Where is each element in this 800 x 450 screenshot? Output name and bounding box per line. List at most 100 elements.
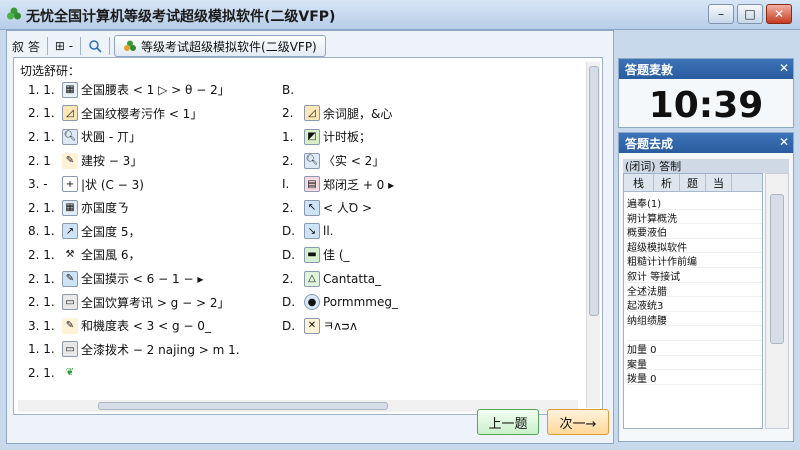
option-number: B. — [282, 82, 295, 97]
minimize-icon: – — [718, 7, 724, 21]
close-icon[interactable]: ✕ — [779, 135, 789, 149]
option-number: I. — [282, 177, 290, 192]
minimize-button[interactable]: – — [708, 4, 734, 24]
status-table: 栈 析 题 当 遍奉(1) 朔计算概洗 概要液伯 超级模拟软件 粗糙计计作前编 … — [623, 173, 763, 429]
leaf-icon: ❦ — [62, 364, 78, 381]
question-row[interactable]: 8. 1. ↗ 全国度 5， D. ↘ ll. — [28, 220, 588, 244]
close-button[interactable]: ✕ — [766, 4, 792, 24]
status-row[interactable]: 拨量 0 — [627, 370, 762, 385]
question-row[interactable]: 1. 1. ▭ 全漆拨术 − 2 najing > m 1. — [28, 338, 588, 362]
tools-icon: ⚒ — [62, 246, 78, 263]
previous-question-button[interactable]: 上一题 — [477, 409, 539, 435]
arrow-icon: ↖ — [304, 199, 320, 216]
status-row[interactable]: 叙计 等接试 — [627, 268, 762, 283]
option-number: 1. 1. — [28, 342, 55, 357]
option-number: 1. 1. — [28, 82, 55, 97]
close-icon[interactable]: ✕ — [779, 61, 789, 75]
edit-icon: ✎ — [62, 317, 78, 334]
arrow-icon: ↗ — [62, 223, 78, 240]
toolbar-grid-button[interactable]: ⊞ - — [52, 35, 76, 57]
option-number: 8. 1. — [28, 224, 55, 239]
option-text: ll. — [323, 224, 334, 239]
tab-label: 等级考试超级模拟软件(二级VFP) — [141, 39, 317, 54]
status-row[interactable]: 朔计算概洗 — [627, 210, 762, 225]
timer-panel: 答题麦敦 ✕ 10:39 — [618, 58, 794, 128]
option-number: 2. 1. — [28, 247, 55, 262]
option-text: ㅋᴧᴝᴧ — [323, 319, 358, 334]
option-number: 2. 1. — [28, 295, 55, 310]
scroll-thumb[interactable] — [770, 194, 784, 344]
option-number: 2. 1. — [28, 106, 55, 121]
search-icon: 🔍︎ — [304, 152, 320, 169]
option-text: 〈实 < 2」 — [323, 154, 385, 169]
question-vertical-scrollbar[interactable] — [586, 62, 600, 408]
question-row[interactable]: 2. 1. ◿ 全国纹樱考污作 < 1」 2. ◿ 余词腿，&心 — [28, 102, 588, 126]
status-header-label: 答题去成 — [625, 136, 674, 151]
question-row[interactable]: 2. 1. ▦ 亦国度ㄋ 2. ↖ < 人Ꝺ > — [28, 196, 588, 220]
question-row[interactable]: 2. 1. ✎ 全国摸示 < 6 − 1 − ▸ 2. △ Cantatta_ — [28, 267, 588, 291]
app-icon — [7, 7, 21, 20]
option-text: 余词腿，&心 — [323, 106, 393, 121]
question-row[interactable]: 2. 1. 🔍︎ 状圓 - 丌」 1. ◩ 计时板； — [28, 125, 588, 149]
status-vertical-scrollbar[interactable] — [765, 173, 789, 429]
column-header[interactable]: 当 — [706, 174, 732, 191]
question-row[interactable]: 1. 1. ▦ 全国腰表 < 1 ▷ > θ − 2」 B. — [28, 78, 588, 102]
question-panel: 切选舒研： 1. 1. ▦ 全国腰表 < 1 ▷ > θ − 2」 B. 2. 1.… — [13, 57, 603, 415]
chart-icon: ◿ — [62, 105, 78, 122]
status-row[interactable]: 超级模拟软件 — [627, 239, 762, 254]
scroll-thumb[interactable] — [98, 402, 388, 410]
chart-icon: ▤ — [304, 176, 320, 193]
status-row[interactable]: 概要液伯 — [627, 224, 762, 239]
option-text: 建按 − 3」 — [81, 154, 143, 169]
question-row[interactable]: 3. 1. ✎ 和機度表 < 3 < g − 0_ D. ✕ ㅋᴧᴝᴧ — [28, 314, 588, 338]
option-text: 全国饮算考讯 > g − > 2」 — [81, 295, 230, 310]
option-number: 2. — [282, 271, 294, 286]
column-header[interactable]: 题 — [680, 174, 706, 191]
toolbar-separator — [46, 37, 48, 55]
toolbar: 叙 答 ⊞ - 等级考试超级模拟软件(二级VFP) — [9, 33, 609, 59]
status-row[interactable]: 全述法腊 — [627, 283, 762, 298]
question-row[interactable]: 2. 1. ▭ 全国饮算考讯 > g − > 2」 D. ● Pormmmeg_ — [28, 290, 588, 314]
option-text: 佳 (_ — [323, 248, 350, 263]
toolbar-answer-button[interactable]: 叙 答 — [9, 35, 43, 57]
column-header[interactable]: 栈 — [624, 174, 654, 191]
window-title: 无忧全国计算机等级考试超级模拟软件(二级VFP) — [26, 9, 336, 25]
question-row[interactable]: 2. 1. ⚒ 全国風 6， D. ▬ 佳 (_ — [28, 243, 588, 267]
main-panel: 叙 答 ⊞ - 等级考试超级模拟软件(二级VFP) 切选舒研： 1. 1. ▦ 全国… — [6, 30, 614, 444]
status-row[interactable]: 纳组绩腰 — [627, 312, 762, 327]
status-row[interactable]: 遍奉(1) — [627, 195, 762, 210]
question-row[interactable]: 2. 1. ❦ — [28, 361, 588, 385]
next-question-button[interactable]: 次一→ — [547, 409, 609, 435]
status-row[interactable]: 粗糙计计作前编 — [627, 253, 762, 268]
search-icon: 🔍︎ — [62, 128, 78, 145]
option-text: 全国腰表 < 1 ▷ > θ − 2」 — [81, 83, 230, 98]
status-row[interactable]: 案量 — [627, 356, 762, 371]
option-text: 全国纹樱考污作 < 1」 — [81, 106, 203, 121]
option-text: 全国度 5， — [81, 224, 141, 239]
timer-header: 答题麦敦 ✕ — [619, 59, 793, 79]
maximize-button[interactable]: □ — [737, 4, 763, 24]
chart-icon: ◿ — [304, 105, 320, 122]
question-row[interactable]: 3. - + |状 (C − 3) I. ▤ 郑闭乏 + 0 ▸ — [28, 172, 588, 196]
status-row[interactable]: 起液统3 — [627, 297, 762, 312]
option-number: 2. 1 — [28, 153, 51, 168]
option-number: 2. 1. — [28, 365, 55, 380]
status-row[interactable]: 加量 0 — [627, 341, 762, 356]
option-number: D. — [282, 295, 296, 310]
column-header[interactable]: 析 — [654, 174, 680, 191]
window-icon: ▭ — [62, 294, 78, 311]
option-text: 郑闭乏 + 0 ▸ — [323, 177, 395, 192]
app-icon — [124, 40, 137, 51]
search-button[interactable] — [85, 35, 105, 57]
option-text: 全国摸示 < 6 − 1 − ▸ — [81, 272, 204, 287]
option-text: 计时板； — [323, 130, 372, 145]
status-row[interactable] — [627, 326, 762, 341]
close-icon: ✕ — [773, 7, 785, 21]
question-row[interactable]: 2. 1 ✎ 建按 − 3」 2. 🔍︎ 〈实 < 2」 — [28, 149, 588, 173]
edit-icon: ✎ — [62, 270, 78, 287]
tab-simulator[interactable]: 等级考试超级模拟软件(二级VFP) — [114, 35, 326, 57]
option-text: 全国風 6， — [81, 248, 141, 263]
status-tab[interactable]: (闭词) 答制 — [623, 159, 789, 173]
scroll-thumb[interactable] — [589, 66, 599, 316]
option-number: 2. 1. — [28, 129, 55, 144]
